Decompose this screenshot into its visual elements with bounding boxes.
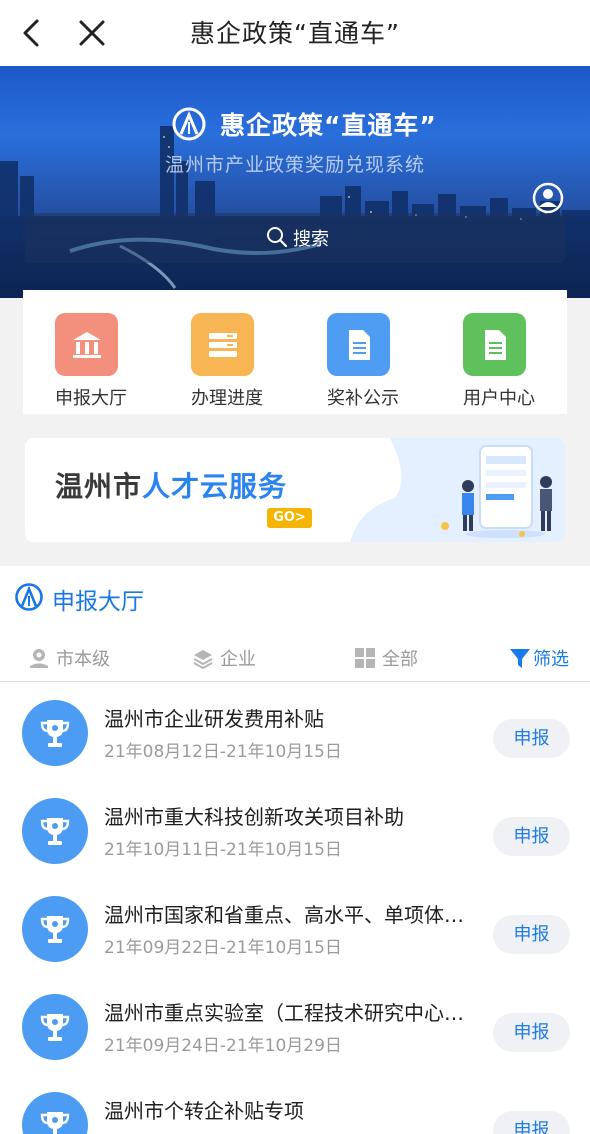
quick-item-progress[interactable]: 办理进度 [159, 290, 295, 414]
list-item[interactable]: 温州市国家和省重点、高水平、单项体… 21年09月22日-21年10月15日 申… [0, 879, 590, 977]
apply-button[interactable]: 申报 [493, 719, 570, 758]
item-title: 温州市个转企补贴专项 [104, 1099, 304, 1123]
list-item[interactable]: 温州市重大科技创新攻关项目补助 21年10月11日-21年10月15日 申报 [0, 781, 590, 879]
progress-icon [191, 313, 254, 376]
declaration-hall-section: 申报大厅 市本级 企业 全部 筛选 温州市企业研发费用补贴 21年08月12日-… [0, 566, 590, 1134]
filter-region[interactable]: 市本级 [28, 644, 110, 672]
filter-all[interactable]: 全部 [354, 644, 418, 672]
quick-label: 用户中心 [463, 388, 535, 409]
item-date: 21年09月24日-21年10月29日 [104, 1036, 342, 1056]
user-avatar-icon[interactable] [532, 182, 564, 214]
policy-list: 温州市企业研发费用补贴 21年08月12日-21年10月15日 申报 温州市重大… [0, 683, 590, 1134]
quick-label: 申报大厅 [55, 388, 127, 409]
search-icon [265, 225, 289, 249]
filter-type[interactable]: 企业 [192, 644, 256, 672]
item-date: 21年08月12日-21年10月15日 [104, 742, 342, 762]
filter-button[interactable]: 筛选 [509, 644, 569, 672]
list-item[interactable]: 温州市企业研发费用补贴 21年08月12日-21年10月15日 申报 [0, 683, 590, 781]
item-date: 21年10月11日-21年10月15日 [104, 840, 342, 860]
trophy-icon [22, 994, 88, 1060]
item-title: 温州市重点实验室（工程技术研究中心… [104, 1001, 464, 1025]
page-title: 惠企政策“直通车” [190, 19, 400, 48]
document-icon [327, 313, 390, 376]
item-title: 温州市重大科技创新攻关项目补助 [104, 805, 404, 829]
search-label: 搜索 [293, 229, 329, 250]
grid-icon [355, 648, 375, 668]
quick-item-user-center[interactable]: 用户中心 [431, 290, 567, 414]
trophy-icon [22, 798, 88, 864]
section-title: 申报大厅 [52, 589, 144, 615]
filter-icon [510, 649, 530, 668]
go-button[interactable]: GO> [267, 508, 312, 528]
banner-subtitle: 温州市产业政策奖励兑现系统 [164, 154, 425, 176]
quick-label: 奖补公示 [327, 388, 399, 409]
logo-icon [171, 106, 207, 142]
quick-item-declaration-hall[interactable]: 申报大厅 [23, 290, 159, 414]
location-icon [30, 649, 48, 668]
apply-button[interactable]: 申报 [493, 1111, 570, 1134]
logo-icon [14, 582, 44, 612]
apply-button[interactable]: 申报 [493, 817, 570, 856]
quick-menu: 申报大厅 办理进度 奖补公示 用户中心 [23, 290, 567, 414]
item-title: 温州市企业研发费用补贴 [104, 707, 324, 731]
user-document-icon [463, 313, 526, 376]
quick-item-awards[interactable]: 奖补公示 [295, 290, 431, 414]
talent-cloud-promo-banner[interactable]: 温州市人才云服务 GO> [25, 438, 565, 542]
search-bar[interactable]: 搜索 [25, 213, 565, 263]
top-nav-bar: 惠企政策“直通车” [0, 0, 590, 66]
item-title: 温州市国家和省重点、高水平、单项体… [104, 903, 464, 927]
quick-label: 办理进度 [191, 388, 263, 409]
layers-icon [193, 650, 213, 669]
city-skyline-image [0, 126, 590, 298]
apply-button[interactable]: 申报 [493, 915, 570, 954]
list-item[interactable]: 温州市个转企补贴专项 申报 [0, 1075, 590, 1134]
item-date: 21年09月22日-21年10月15日 [104, 938, 342, 958]
filter-bar: 市本级 企业 全部 筛选 [0, 634, 590, 682]
promo-text: 温州市人才云服务 [55, 470, 288, 503]
list-item[interactable]: 温州市重点实验室（工程技术研究中心… 21年09月24日-21年10月29日 申… [0, 977, 590, 1075]
banner-title: 惠企政策“直通车” [220, 111, 437, 140]
promo-illustration [350, 438, 565, 542]
apply-button[interactable]: 申报 [493, 1013, 570, 1052]
bank-icon [55, 313, 118, 376]
trophy-icon [22, 1092, 88, 1134]
trophy-icon [22, 700, 88, 766]
trophy-icon [22, 896, 88, 962]
header-banner: 惠企政策“直通车” 温州市产业政策奖励兑现系统 搜索 [0, 66, 590, 298]
